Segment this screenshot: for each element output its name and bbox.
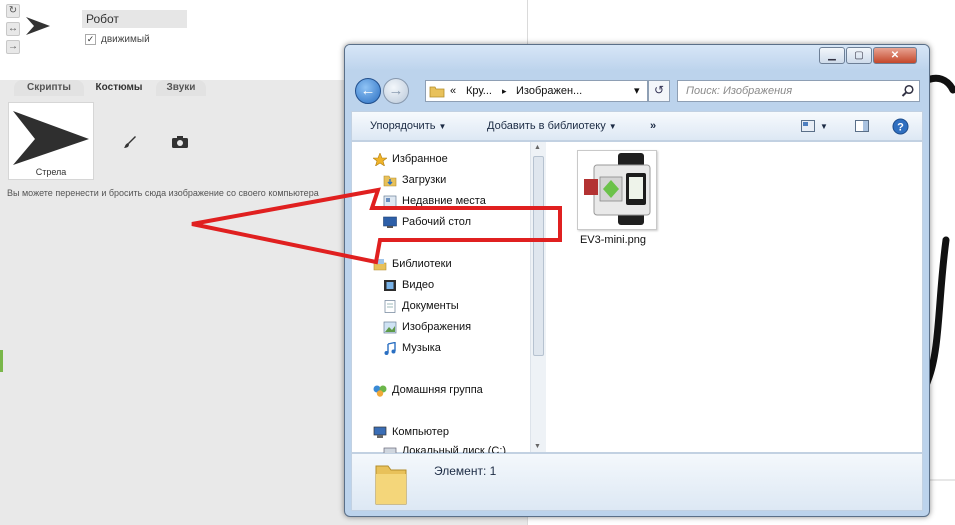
- no-rotate-button[interactable]: →: [6, 40, 20, 54]
- drop-hint-text: Вы можете перенести и бросить сюда изобр…: [7, 188, 319, 198]
- folder-icon: [429, 86, 445, 98]
- file-thumbnail: [577, 150, 657, 230]
- nav-label: Видео: [402, 279, 435, 291]
- search-icon[interactable]: [901, 84, 915, 98]
- nav-label: Библиотеки: [392, 258, 452, 270]
- desktop-icon: [383, 216, 397, 228]
- sprite-name-input[interactable]: Робот: [82, 10, 187, 28]
- nav-label: Недавние места: [402, 195, 486, 207]
- command-bar: Упорядочить ▼ Добавить в библиотеку ▼ » …: [351, 111, 923, 141]
- scroll-thumb[interactable]: [533, 156, 544, 356]
- tab-scripts[interactable]: Скрипты: [14, 80, 84, 96]
- maximize-button[interactable]: ▢: [846, 47, 872, 64]
- minimize-button[interactable]: ▁: [819, 47, 845, 64]
- item-count: Элемент: 1: [434, 464, 497, 478]
- recent-places-icon: [383, 195, 397, 208]
- robot-image: [584, 153, 651, 225]
- organize-button[interactable]: Упорядочить ▼: [370, 120, 446, 132]
- scroll-down-icon[interactable]: ▼: [534, 443, 541, 450]
- svg-text:?: ?: [897, 122, 904, 134]
- add-to-library-label: Добавить в библиотеку: [487, 120, 606, 132]
- title-bar[interactable]: ▁ ▢ ✕: [345, 45, 929, 71]
- draggable-label: движимый: [101, 34, 150, 45]
- tab-costumes[interactable]: Костюмы: [84, 80, 154, 96]
- tab-sounds[interactable]: Звуки: [156, 80, 206, 96]
- navigation-pane: Избранное Загрузки Недавние места Рабочи…: [352, 142, 547, 457]
- nav-label: Документы: [402, 300, 459, 312]
- breadcrumb-segment-2[interactable]: Изображен...: [516, 85, 582, 97]
- address-bar[interactable]: « Кру... ▸ Изображен... ▾: [425, 80, 648, 102]
- more-commands-button[interactable]: »: [650, 120, 656, 132]
- large-folder-icon: [375, 465, 407, 505]
- address-chevron[interactable]: «: [450, 85, 456, 97]
- nav-label: Домашняя группа: [392, 384, 483, 396]
- explorer-body: Избранное Загрузки Недавние места Рабочи…: [351, 141, 924, 457]
- nav-scrollbar[interactable]: ▲ ▼: [530, 142, 546, 452]
- search-input[interactable]: Поиск: Изображения: [677, 80, 920, 102]
- address-dropdown[interactable]: ▾: [634, 84, 640, 97]
- edge-indicator: [0, 350, 3, 372]
- star-icon: [373, 153, 387, 166]
- nav-label: Загрузки: [402, 174, 447, 186]
- chevron-down-icon: ▼: [608, 122, 617, 131]
- close-button[interactable]: ✕: [873, 47, 917, 64]
- homegroup-icon: [373, 385, 387, 397]
- add-to-library-button[interactable]: Добавить в библиотеку ▼: [487, 120, 617, 132]
- help-icon[interactable]: ?: [892, 118, 909, 135]
- brush-icon[interactable]: [122, 134, 138, 150]
- nav-label: Изображения: [402, 321, 472, 333]
- costume-label: Стрела: [35, 167, 67, 177]
- breadcrumb-separator[interactable]: ▸: [502, 86, 507, 97]
- left-right-button[interactable]: ↔: [6, 22, 20, 36]
- view-icon[interactable]: [801, 120, 815, 132]
- rotate-all-button[interactable]: ↻: [6, 4, 20, 18]
- camera-icon[interactable]: [171, 134, 189, 150]
- draggable-checkbox[interactable]: ✓: [85, 34, 96, 45]
- view-dropdown-icon[interactable]: ▼: [820, 122, 828, 131]
- nav-label: Избранное: [392, 153, 448, 165]
- navigation-bar: ← → « Кру... ▸ Изображен... ▾ ↺ Поиск: И…: [345, 73, 929, 109]
- images-icon: [383, 321, 397, 334]
- arrow-icon: [13, 111, 89, 165]
- file-list: EV3-mini.png: [548, 142, 924, 452]
- nav-label: Музыка: [402, 342, 441, 354]
- details-pane: Элемент: 1: [351, 453, 923, 511]
- explorer-window: ▁ ▢ ✕ ← → « Кру... ▸ Изображен... ▾ ↺ По…: [344, 44, 930, 517]
- chevron-down-icon: ▼: [438, 122, 447, 131]
- file-item[interactable]: EV3-mini.png: [568, 150, 658, 250]
- downloads-folder-icon: [383, 175, 397, 187]
- music-icon: [384, 342, 396, 355]
- preview-pane-icon[interactable]: [855, 120, 869, 132]
- computer-icon: [373, 426, 387, 438]
- organize-label: Упорядочить: [370, 120, 436, 132]
- back-button[interactable]: ←: [355, 78, 381, 104]
- nav-label: Компьютер: [392, 426, 449, 438]
- scroll-up-icon[interactable]: ▲: [534, 144, 541, 151]
- documents-icon: [384, 300, 396, 313]
- forward-button[interactable]: →: [383, 78, 409, 104]
- video-icon: [384, 280, 396, 291]
- refresh-button[interactable]: ↺: [648, 80, 670, 102]
- search-placeholder: Поиск: Изображения: [686, 85, 793, 97]
- nav-label: Рабочий стол: [402, 216, 472, 228]
- screen: ↻ ↔ → Робот ✓ движимый Скрипты Костюмы З…: [0, 0, 955, 525]
- libraries-icon: [373, 259, 387, 271]
- costume-item[interactable]: Стрела: [8, 102, 94, 180]
- file-name: EV3-mini.png: [579, 234, 647, 246]
- sprite-arrow-icon: [26, 17, 50, 35]
- breadcrumb-segment-1[interactable]: Кру...: [466, 85, 492, 97]
